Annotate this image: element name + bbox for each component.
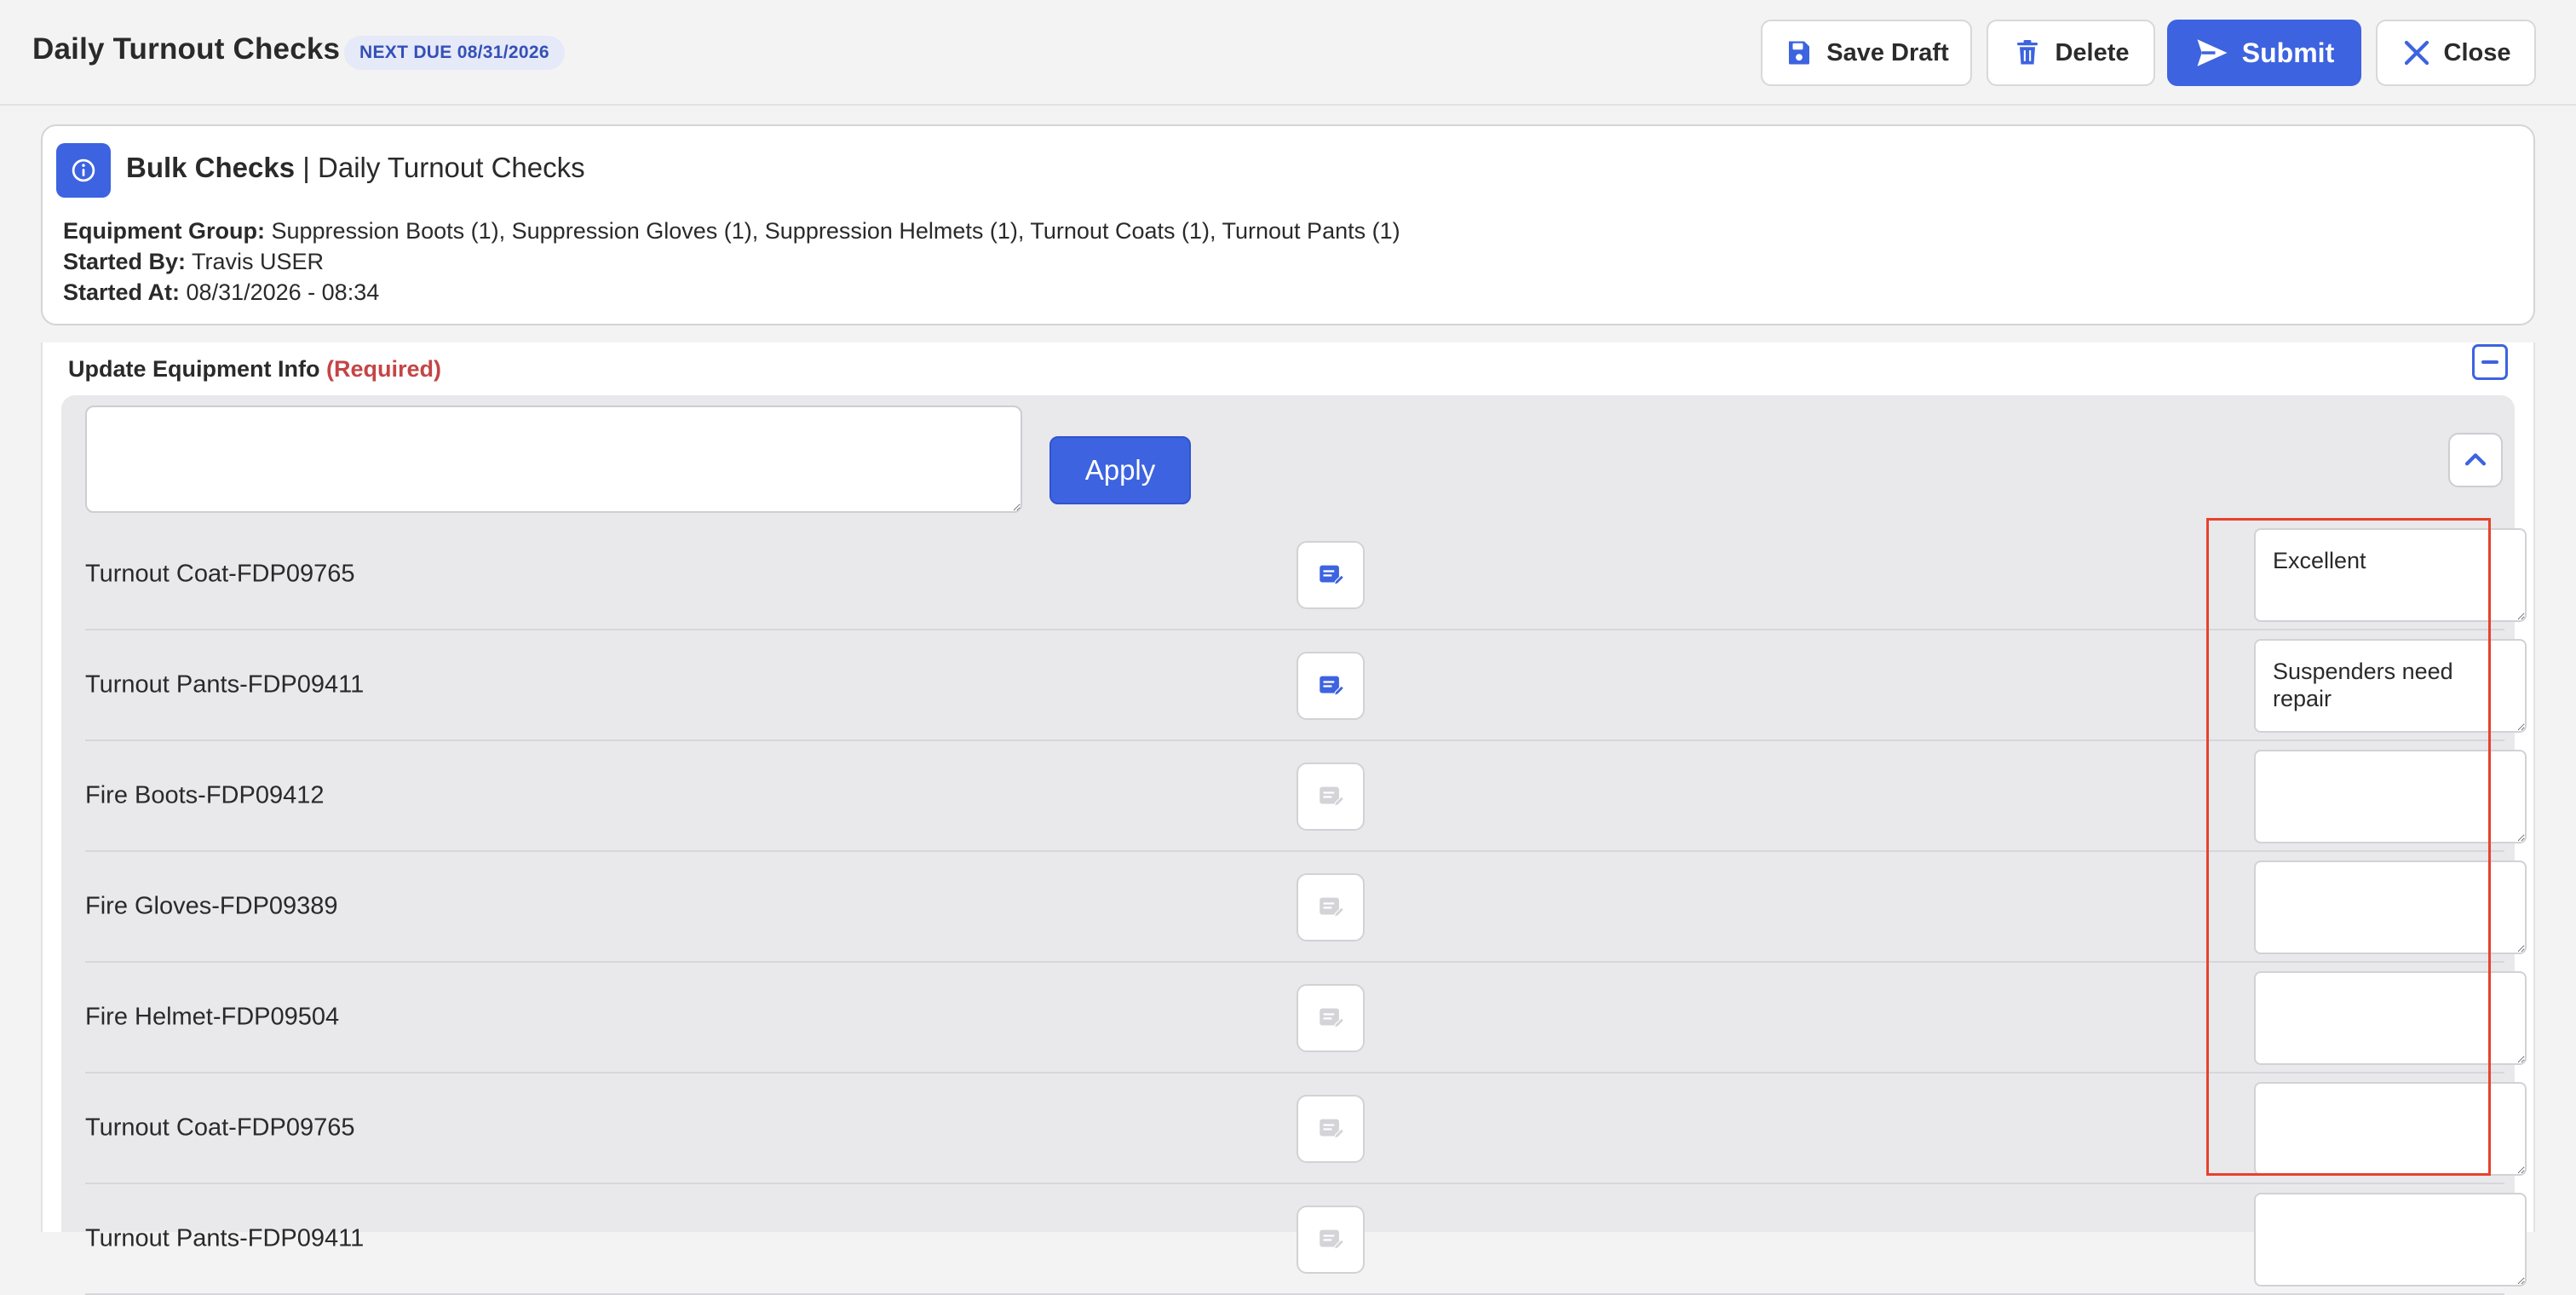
equipment-note-input[interactable]	[2254, 1193, 2527, 1286]
apply-button[interactable]: Apply	[1049, 436, 1191, 504]
edit-note-button[interactable]	[1297, 1095, 1365, 1163]
note-edit-icon	[1320, 1119, 1345, 1140]
submit-button[interactable]: Submit	[2167, 20, 2361, 86]
page-title: Daily Turnout Checks	[32, 32, 341, 66]
page-header: Daily Turnout Checks NEXT DUE 08/31/2026…	[0, 0, 2576, 106]
started-at-label: Started At:	[63, 279, 181, 305]
note-edit-icon	[1320, 1229, 1345, 1251]
section-title-text: Update Equipment Info	[68, 356, 320, 382]
info-card-heading: Bulk Checks | Daily Turnout Checks	[126, 152, 585, 184]
update-equipment-section: Update Equipment Info (Required) Apply T…	[41, 342, 2535, 1295]
edit-note-button[interactable]	[1297, 652, 1365, 720]
equipment-note-input[interactable]	[2254, 750, 2527, 843]
next-due-badge: NEXT DUE 08/31/2026	[344, 36, 565, 70]
delete-button[interactable]: Delete	[1987, 20, 2155, 86]
equipment-label: Turnout Pants-FDP09411	[85, 1224, 365, 1252]
chevron-up-icon	[2464, 453, 2487, 466]
equipment-row: Turnout Pants-FDP09411	[85, 1184, 2527, 1295]
equipment-note-input[interactable]	[2254, 1082, 2527, 1176]
equipment-row: Turnout Coat-FDP09765 Excellent	[85, 520, 2527, 630]
bulk-checks-info-card: Bulk Checks | Daily Turnout Checks Equip…	[41, 124, 2535, 325]
equipment-row: Fire Gloves-FDP09389	[85, 852, 2527, 963]
equipment-label: Fire Gloves-FDP09389	[85, 892, 338, 920]
send-icon	[2197, 39, 2228, 66]
equipment-group-value: Suppression Boots (1), Suppression Glove…	[271, 218, 1400, 244]
edit-note-button[interactable]	[1297, 984, 1365, 1052]
close-button[interactable]: Close	[2376, 20, 2536, 86]
edit-note-button[interactable]	[1297, 763, 1365, 831]
started-by-label: Started By:	[63, 249, 187, 274]
note-edit-icon	[1320, 786, 1345, 808]
equipment-list-panel: Apply Turnout Coat-FDP09765 Excellent Turn…	[61, 395, 2527, 1295]
equipment-label: Turnout Coat-FDP09765	[85, 1114, 355, 1142]
equipment-row: Fire Helmet-FDP09504	[85, 963, 2527, 1073]
equipment-note-input[interactable]: Suspenders need repair	[2254, 639, 2527, 733]
scroll-up-button[interactable]	[2448, 433, 2503, 487]
edit-note-button[interactable]	[1297, 873, 1365, 941]
collapse-section-button[interactable]	[2472, 344, 2508, 380]
close-icon	[2404, 40, 2429, 66]
note-edit-icon	[1320, 1008, 1345, 1029]
save-draft-button[interactable]: Save Draft	[1761, 20, 1972, 86]
note-edit-icon	[1320, 897, 1345, 918]
delete-label: Delete	[2055, 38, 2130, 66]
started-by-line: Started By: Travis USER	[63, 249, 324, 275]
info-card-subtitle: | Daily Turnout Checks	[302, 152, 585, 183]
submit-label: Submit	[2241, 37, 2335, 68]
edit-note-button[interactable]	[1297, 541, 1365, 609]
started-by-value: Travis USER	[192, 249, 325, 274]
equipment-group-label: Equipment Group:	[63, 218, 265, 244]
close-label: Close	[2443, 38, 2511, 66]
save-draft-label: Save Draft	[1826, 38, 1949, 66]
info-card-title: Bulk Checks	[126, 152, 296, 183]
started-at-value: 08/31/2026 - 08:34	[186, 279, 380, 305]
trash-icon	[2017, 40, 2038, 65]
equipment-label: Fire Boots-FDP09412	[85, 781, 325, 809]
equipment-group-line: Equipment Group: Suppression Boots (1), …	[63, 218, 1400, 245]
minus-icon	[2481, 360, 2498, 364]
floppy-disk-icon	[1789, 41, 1810, 65]
equipment-row: Fire Boots-FDP09412	[85, 741, 2527, 852]
equipment-row: Turnout Coat-FDP09765	[85, 1073, 2527, 1184]
info-icon	[56, 143, 111, 198]
equipment-label: Turnout Coat-FDP09765	[85, 560, 355, 588]
note-edit-icon	[1320, 565, 1345, 586]
bulk-note-input[interactable]	[85, 406, 1022, 513]
equipment-row: Turnout Pants-FDP09411 Suspenders need re…	[85, 630, 2527, 741]
equipment-label: Turnout Pants-FDP09411	[85, 671, 365, 699]
equipment-label: Fire Helmet-FDP09504	[85, 1003, 340, 1031]
note-edit-icon	[1320, 676, 1345, 697]
equipment-note-input[interactable]	[2254, 860, 2527, 954]
required-label: (Required)	[326, 356, 441, 382]
equipment-note-input[interactable]	[2254, 971, 2527, 1065]
section-title: Update Equipment Info (Required)	[68, 356, 441, 383]
started-at-line: Started At: 08/31/2026 - 08:34	[63, 279, 379, 306]
edit-note-button[interactable]	[1297, 1206, 1365, 1274]
equipment-note-input[interactable]: Excellent	[2254, 528, 2527, 622]
